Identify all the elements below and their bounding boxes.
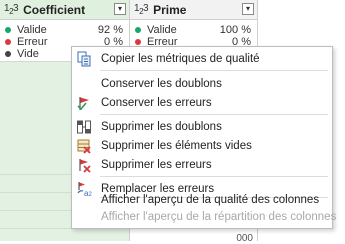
- quality-row-valid: Valide 100 %: [135, 24, 251, 36]
- column-quality-context-menu: Copier les métriques de qualité Conserve…: [71, 46, 336, 229]
- menu-item-label: Supprimer les éléments vides: [101, 139, 252, 152]
- chevron-down-icon[interactable]: ▾: [242, 3, 254, 15]
- error-dot-icon: [135, 39, 141, 45]
- show-quality-icon-slot: [76, 192, 92, 208]
- remove-empty-icon: [76, 138, 92, 154]
- table-cell[interactable]: 000: [236, 233, 253, 244]
- menu-item-label: Supprimer les doublons: [101, 120, 222, 133]
- keep-duplicates-icon-slot: [76, 76, 92, 92]
- error-dot-icon: [5, 39, 11, 45]
- menu-item-label: Supprimer les erreurs: [101, 158, 212, 171]
- menu-separator: [100, 114, 328, 115]
- remove-errors-icon: [76, 157, 92, 173]
- keep-errors-flag-icon: [76, 95, 92, 111]
- chevron-down-icon[interactable]: ▾: [114, 3, 126, 15]
- menu-item-keep-errors[interactable]: Conserver les erreurs: [72, 93, 332, 112]
- menu-item-show-column-distribution: Afficher l'aperçu de la répartition des …: [72, 207, 336, 226]
- column-header-coefficient[interactable]: 123 Coefficient ▾: [0, 0, 129, 20]
- menu-item-remove-duplicates[interactable]: Supprimer les doublons: [72, 117, 332, 136]
- copy-icon: [76, 51, 92, 67]
- valid-dot-icon: [135, 27, 141, 33]
- menu-item-remove-errors[interactable]: Supprimer les erreurs: [72, 155, 332, 174]
- menu-item-label: Afficher l'aperçu de la répartition des …: [101, 210, 337, 223]
- menu-item-label: Conserver les erreurs: [101, 96, 212, 109]
- menu-item-label: Afficher l'aperçu de la qualité des colo…: [101, 193, 320, 206]
- valid-dot-icon: [5, 27, 11, 33]
- menu-item-label: Copier les métriques de qualité: [101, 52, 260, 65]
- menu-separator: [100, 70, 328, 71]
- menu-item-copy-quality-metrics[interactable]: Copier les métriques de qualité: [72, 49, 332, 68]
- column-header-prime[interactable]: 123 Prime ▾: [130, 0, 257, 20]
- remove-duplicates-icon: [76, 119, 92, 135]
- number-type-icon[interactable]: 123: [134, 3, 149, 16]
- quality-label: Valide: [147, 24, 177, 36]
- quality-label: Valide: [17, 24, 47, 36]
- quality-value: 100 %: [219, 24, 251, 36]
- menu-item-remove-empty[interactable]: Supprimer les éléments vides: [72, 136, 332, 155]
- menu-separator: [100, 176, 328, 177]
- quality-row-valid: Valide 92 %: [5, 24, 123, 36]
- number-type-icon[interactable]: 123: [4, 3, 19, 16]
- empty-dot-icon: [5, 51, 11, 57]
- menu-item-keep-duplicates[interactable]: Conserver les doublons: [72, 74, 332, 93]
- quality-value: 92 %: [97, 24, 123, 36]
- column-title: Prime: [153, 2, 187, 17]
- menu-item-label: Conserver les doublons: [101, 77, 222, 90]
- column-title: Coefficient: [23, 2, 86, 17]
- show-distribution-icon-slot: [76, 209, 92, 225]
